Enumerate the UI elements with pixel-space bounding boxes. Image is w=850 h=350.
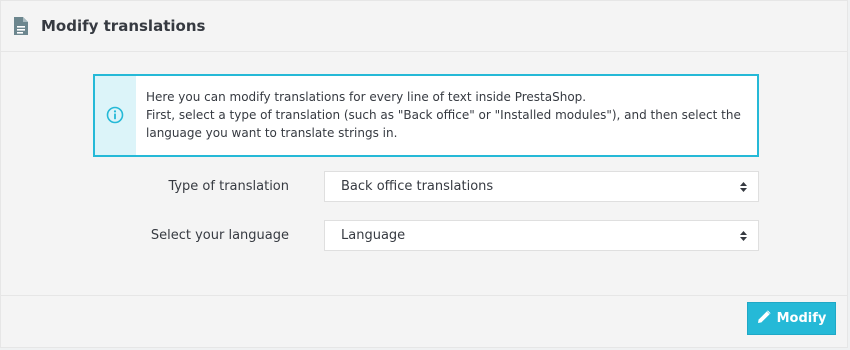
pencil-icon	[757, 309, 771, 328]
select-caret-icon	[739, 180, 748, 194]
panel-header: Modify translations	[1, 1, 847, 52]
translations-panel: Modify translations Here you can modify …	[0, 0, 848, 348]
translation-type-value: Back office translations	[341, 179, 494, 194]
modify-button[interactable]: Modify	[747, 302, 836, 335]
alert-line: language you want to translate strings i…	[146, 126, 398, 140]
alert-line: First, select a type of translation (suc…	[146, 108, 741, 122]
document-icon	[13, 16, 29, 36]
info-alert: Here you can modify translations for eve…	[93, 74, 759, 157]
info-icon	[106, 106, 124, 124]
language-select[interactable]: Language	[324, 220, 759, 251]
alert-message: Here you can modify translations for eve…	[146, 88, 746, 142]
alert-icon-column	[95, 76, 136, 155]
translation-type-label: Type of translation	[168, 179, 289, 194]
modify-button-label: Modify	[776, 311, 827, 326]
translation-type-select[interactable]: Back office translations	[324, 171, 759, 202]
alert-line: Here you can modify translations for eve…	[146, 90, 587, 104]
panel-title: Modify translations	[41, 17, 206, 35]
panel-footer	[1, 295, 847, 347]
language-value: Language	[341, 228, 406, 243]
language-label: Select your language	[150, 228, 289, 243]
select-caret-icon	[739, 229, 748, 243]
